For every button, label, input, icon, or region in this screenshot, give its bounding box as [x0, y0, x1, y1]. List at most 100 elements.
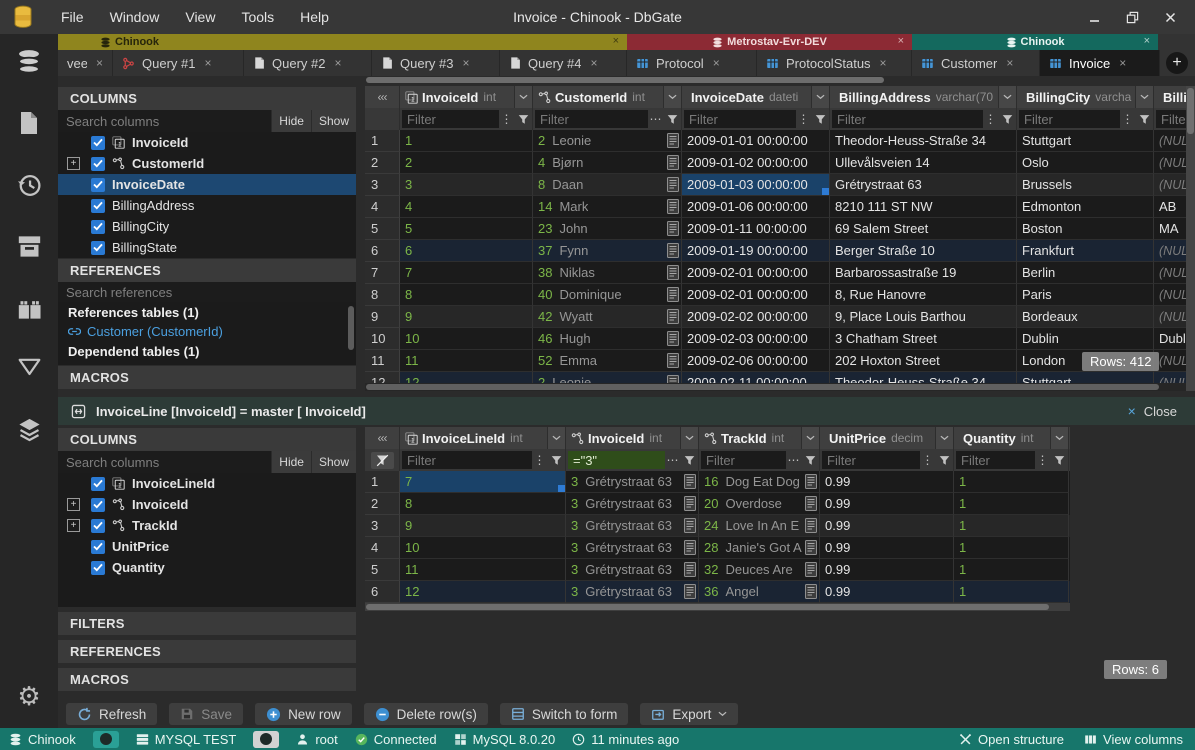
filter-input-invoiceid[interactable]: [568, 451, 665, 469]
cell-billingcity[interactable]: Paris: [1017, 284, 1154, 306]
fill-handle[interactable]: [558, 485, 565, 492]
cell-invoicedate[interactable]: 2009-01-19 00:00:00: [682, 240, 830, 262]
filter-menu-icon[interactable]: ⋯: [786, 453, 801, 467]
column-header-trackid[interactable]: TrackIdint: [699, 427, 820, 449]
column-menu-button[interactable]: [1050, 427, 1068, 449]
column-item-invoicedate[interactable]: InvoiceDate: [58, 174, 356, 195]
cell-billingaddress[interactable]: Grétrystraat 63: [830, 174, 1017, 196]
menu-help[interactable]: Help: [287, 0, 342, 34]
close-tab-icon[interactable]: ×: [96, 56, 103, 70]
column-item-billingstate[interactable]: BillingState: [58, 237, 356, 258]
status-open-structure[interactable]: Open structure: [959, 732, 1064, 747]
cell-trackid[interactable]: 20Overdose: [699, 493, 820, 515]
references-section-header[interactable]: REFERENCES: [58, 639, 356, 663]
filter-menu-icon[interactable]: ⋮: [1035, 453, 1050, 467]
cell-billingstate[interactable]: (NULL): [1154, 306, 1186, 328]
cell-invoiceid[interactable]: 7: [400, 262, 533, 284]
document-detail-icon[interactable]: [805, 584, 817, 602]
settings-icon[interactable]: ⚙: [0, 684, 58, 710]
cell-billingaddress[interactable]: Barbarossastraße 19: [830, 262, 1017, 284]
cell-invoicedate[interactable]: 2009-02-02 00:00:00: [682, 306, 830, 328]
collapse-columns-button[interactable]: ‹‹‹: [365, 86, 400, 108]
minimize-button[interactable]: [1079, 5, 1109, 29]
tab-scrollbar[interactable]: [365, 76, 1195, 85]
menu-view[interactable]: View: [172, 0, 228, 34]
cell-invoiceid[interactable]: 3Grétrystraat 63: [566, 471, 699, 493]
column-header-invoicedate[interactable]: InvoiceDatedateti: [682, 86, 830, 108]
column-item-trackid[interactable]: +TrackId: [58, 515, 356, 536]
filter-input-quantity[interactable]: [956, 451, 1035, 469]
column-header-billingstate[interactable]: BillingStatevarchar: [1154, 86, 1186, 108]
document-detail-icon[interactable]: [667, 221, 679, 239]
cell-invoiceid[interactable]: 3Grétrystraat 63: [566, 537, 699, 559]
tab-protocolstatus[interactable]: ProtocolStatus×: [757, 50, 912, 76]
document-detail-icon[interactable]: [684, 518, 696, 536]
filter-funnel-icon[interactable]: [663, 114, 681, 125]
document-detail-icon[interactable]: [667, 309, 679, 327]
cell-unitprice[interactable]: 0.99: [820, 471, 954, 493]
cell-billingstate[interactable]: (NULL): [1154, 262, 1186, 284]
switch-to-form-button[interactable]: Switch to form: [500, 703, 629, 725]
column-header-quantity[interactable]: Quantityint: [954, 427, 1069, 449]
close-tab-icon[interactable]: ×: [590, 56, 597, 70]
cell-customerid[interactable]: 8Daan: [533, 174, 682, 196]
checkbox[interactable]: [91, 540, 105, 554]
refresh-button[interactable]: Refresh: [66, 703, 157, 725]
filter-funnel-icon[interactable]: [811, 114, 829, 125]
document-detail-icon[interactable]: [805, 518, 817, 536]
filter-input-invoiceid[interactable]: [402, 110, 499, 128]
cell-billingstate[interactable]: Dublin: [1154, 328, 1186, 350]
save-button[interactable]: Save: [169, 703, 243, 725]
cell-quantity[interactable]: 1: [954, 471, 1069, 493]
checkbox[interactable]: [91, 519, 105, 533]
cell-invoicelineid[interactable]: 9: [400, 515, 566, 537]
document-detail-icon[interactable]: [667, 375, 679, 383]
cell-invoicedate[interactable]: 2009-01-03 00:00:00: [682, 174, 830, 196]
status-chinook[interactable]: Chinook: [9, 732, 76, 747]
document-detail-icon[interactable]: [805, 496, 817, 514]
menu-window[interactable]: Window: [97, 0, 173, 34]
document-detail-icon[interactable]: [667, 331, 679, 349]
reference-link[interactable]: Customer (CustomerId): [58, 322, 356, 341]
status-view-columns[interactable]: View columns: [1084, 732, 1183, 747]
cell-invoiceid[interactable]: 5: [400, 218, 533, 240]
column-item-quantity[interactable]: Quantity: [58, 557, 356, 578]
cell-customerid[interactable]: 4Bjørn: [533, 152, 682, 174]
row-number-cell[interactable]: 4: [365, 196, 400, 218]
close-tab-icon[interactable]: ×: [1006, 56, 1013, 70]
cell-customerid[interactable]: 40Dominique: [533, 284, 682, 306]
row-number-cell[interactable]: 11: [365, 350, 400, 372]
cell-billingaddress[interactable]: Theodor-Heuss-Straße 34: [830, 130, 1017, 152]
cell-billingcity[interactable]: Frankfurt: [1017, 240, 1154, 262]
filter-funnel-icon[interactable]: [1135, 114, 1153, 125]
cell-customerid[interactable]: 2Leonie: [533, 372, 682, 383]
filter-funnel-icon[interactable]: [998, 114, 1016, 125]
delete-row-s--button[interactable]: Delete row(s): [364, 703, 488, 725]
row-number-cell[interactable]: 2: [365, 152, 400, 174]
filter-funnel-icon[interactable]: [680, 455, 698, 466]
cell-customerid[interactable]: 46Hugh: [533, 328, 682, 350]
checkbox[interactable]: [91, 477, 105, 491]
column-header-billingcity[interactable]: BillingCityvarcha: [1017, 86, 1154, 108]
cell-invoiceid[interactable]: 3Grétrystraat 63: [566, 581, 699, 603]
archive-icon[interactable]: [0, 234, 58, 259]
cell-billingcity[interactable]: Berlin: [1017, 262, 1154, 284]
filter-input-trackid[interactable]: [701, 451, 786, 469]
close-window-button[interactable]: [1155, 5, 1185, 29]
menu-file[interactable]: File: [48, 0, 97, 34]
hide-button[interactable]: Hide: [271, 110, 311, 132]
cell-invoiceid[interactable]: 6: [400, 240, 533, 262]
column-menu-button[interactable]: [998, 86, 1016, 108]
close-tab-icon[interactable]: ×: [1119, 56, 1126, 70]
cell-customerid[interactable]: 52Emma: [533, 350, 682, 372]
close-tab-icon[interactable]: ×: [462, 56, 469, 70]
close-tab-icon[interactable]: ×: [204, 56, 211, 70]
cell-customerid[interactable]: 23John: [533, 218, 682, 240]
connection-group-3[interactable]: Chinook×: [912, 34, 1158, 50]
row-number-cell[interactable]: 1: [365, 471, 400, 493]
status-badge[interactable]: [93, 731, 119, 748]
restore-button[interactable]: [1117, 5, 1147, 29]
show-button[interactable]: Show: [311, 110, 356, 132]
cell-billingaddress[interactable]: 202 Hoxton Street: [830, 350, 1017, 372]
macros-section-header[interactable]: MACROS: [58, 365, 356, 389]
